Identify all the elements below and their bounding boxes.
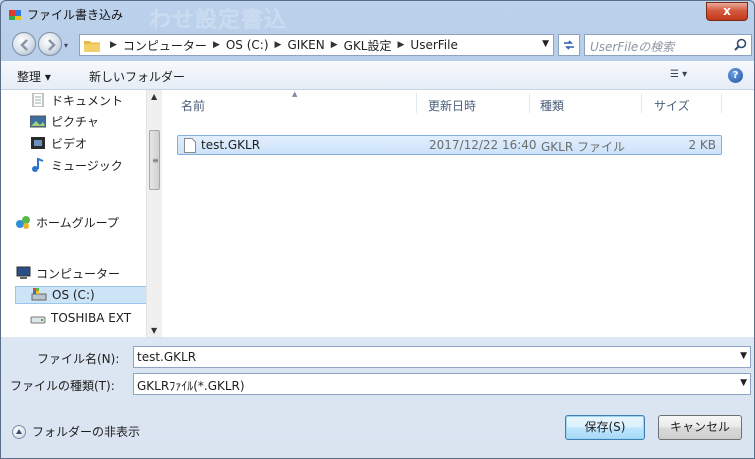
sidebar-item-computer[interactable]: コンピューター	[15, 264, 120, 282]
scroll-up-icon[interactable]: ▲	[151, 92, 157, 101]
sidebar-item-music[interactable]: ミュージック	[30, 156, 123, 174]
organize-button[interactable]: 整理 ▾	[17, 68, 51, 85]
close-button[interactable]: x	[706, 2, 748, 21]
sidebar-item-label: ホームグループ	[36, 215, 119, 230]
browser-content: ドキュメント ピクチャ ビデオ ミュージック ホームグループ コンピューター O…	[1, 90, 754, 337]
history-dropdown-icon[interactable]: ▾	[64, 41, 68, 50]
column-header-size[interactable]: サイズ	[654, 90, 690, 116]
chevron-right-icon[interactable]: ▶	[275, 40, 282, 50]
column-divider[interactable]	[416, 93, 417, 113]
column-header-type[interactable]: 種類	[540, 90, 564, 116]
sidebar-item-label: OS (C:)	[52, 288, 95, 302]
breadcrumb-userfile[interactable]: UserFile	[410, 38, 457, 52]
new-folder-button[interactable]: 新しいフォルダー	[89, 68, 185, 85]
help-icon[interactable]: ?	[728, 68, 743, 83]
chevron-right-icon[interactable]: ▶	[110, 40, 117, 50]
address-dropdown-icon[interactable]: ▼	[542, 39, 549, 49]
chevron-down-icon[interactable]: ▼	[740, 351, 747, 361]
save-button[interactable]: 保存(S)	[565, 415, 645, 440]
chevron-right-icon[interactable]: ▶	[331, 40, 338, 50]
document-icon	[32, 93, 44, 107]
filetype-label: ファイルの種類(T):	[10, 379, 115, 393]
computer-icon	[16, 266, 31, 279]
file-name: test.GKLR	[201, 138, 261, 152]
save-dialog: ファイル書き込み わせ設定書込 x ▾ ▶ コンピューター ▶ OS (C:) …	[0, 0, 755, 459]
filetype-value: GKLRﾌｧｲﾙ(*.GKLR)	[137, 379, 245, 393]
hide-folders-toggle[interactable]: フォルダーの非表示	[12, 423, 140, 440]
hide-folders-label: フォルダーの非表示	[32, 425, 141, 439]
homegroup-icon	[16, 216, 30, 229]
search-input[interactable]: UserFileの検索	[584, 34, 752, 56]
column-header-modified[interactable]: 更新日時	[428, 90, 476, 116]
sidebar-item-label: ビデオ	[51, 136, 88, 151]
app-icon	[9, 10, 21, 20]
chevron-down-icon[interactable]: ▼	[740, 378, 747, 388]
chevron-right-icon[interactable]: ▶	[398, 40, 405, 50]
address-bar[interactable]: ▶ コンピューター ▶ OS (C:) ▶ GIKEN ▶ GKL設定 ▶ Us…	[79, 34, 554, 56]
grip-icon: ≡	[152, 156, 159, 165]
sidebar-item-label: コンピューター	[36, 266, 121, 281]
sidebar-item-videos[interactable]: ビデオ	[30, 134, 87, 152]
table-row[interactable]: test.GKLR 2017/12/22 16:40 GKLR ファイル 2 K…	[177, 135, 722, 155]
cancel-button[interactable]: キャンセル	[658, 415, 742, 440]
video-icon	[31, 137, 45, 149]
filetype-select[interactable]: GKLRﾌｧｲﾙ(*.GKLR) ▼	[133, 373, 751, 395]
file-icon	[184, 138, 196, 153]
view-options-icon[interactable]: ☰ ▾	[670, 69, 700, 80]
file-size: 2 KB	[688, 138, 716, 152]
sidebar-item-toshiba-ext[interactable]: TOSHIBA EXT	[30, 309, 131, 327]
file-modified: 2017/12/22 16:40	[429, 138, 537, 152]
external-drive-icon	[30, 316, 46, 324]
search-placeholder: UserFileの検索	[590, 40, 675, 54]
file-type: GKLR ファイル	[541, 140, 626, 154]
navigation-pane: ドキュメント ピクチャ ビデオ ミュージック ホームグループ コンピューター O…	[1, 90, 162, 337]
sidebar-item-label: ドキュメント	[51, 93, 124, 108]
sidebar-item-label: ミュージック	[51, 158, 123, 173]
column-divider[interactable]	[529, 93, 530, 113]
refresh-icon	[564, 40, 574, 50]
title-bar[interactable]: ファイル書き込み わせ設定書込 x	[1, 1, 754, 33]
filename-input[interactable]: test.GKLR ▼	[133, 346, 751, 368]
sidebar-item-label: ピクチャ	[51, 114, 99, 129]
sidebar-item-homegroup[interactable]: ホームグループ	[15, 213, 119, 231]
picture-icon	[30, 115, 46, 128]
back-arrow-icon	[20, 39, 28, 51]
sort-ascending-icon: ▲	[292, 90, 298, 98]
filename-value: test.GKLR	[137, 350, 197, 364]
sidebar-item-os-c[interactable]: OS (C:)	[15, 286, 160, 304]
chevron-right-icon[interactable]: ▶	[213, 40, 220, 50]
navigation-bar: ▾ ▶ コンピューター ▶ OS (C:) ▶ GIKEN ▶ GKL設定 ▶ …	[1, 27, 754, 61]
sidebar-item-label: TOSHIBA EXT	[51, 311, 132, 325]
column-divider[interactable]	[641, 93, 642, 113]
filename-label: ファイル名(N):	[37, 352, 120, 366]
search-icon[interactable]	[734, 38, 747, 51]
drive-icon	[31, 288, 47, 301]
refresh-button[interactable]	[558, 34, 580, 56]
sidebar-item-pictures[interactable]: ピクチャ	[30, 112, 99, 130]
dialog-footer: ファイル名(N): test.GKLR ▼ ファイルの種類(T): GKLRﾌｧ…	[1, 337, 754, 458]
file-list: 名前 ▲ 更新日時 種類 サイズ test.GKLR 2017/12/22 16…	[163, 90, 754, 337]
scrollbar-thumb[interactable]: ≡	[149, 130, 160, 190]
scroll-down-icon[interactable]: ▼	[151, 326, 157, 335]
music-icon	[32, 158, 44, 172]
window-title: ファイル書き込み	[27, 8, 124, 22]
sidebar-item-documents[interactable]: ドキュメント	[30, 91, 123, 109]
forward-arrow-icon	[48, 39, 56, 51]
breadcrumb-gkl-settings[interactable]: GKL設定	[344, 37, 392, 54]
command-bar: 整理 ▾ 新しいフォルダー ☰ ▾ ?	[1, 61, 754, 90]
column-divider[interactable]	[721, 93, 722, 113]
breadcrumb-computer[interactable]: コンピューター	[123, 37, 207, 54]
collapse-up-icon	[12, 424, 26, 439]
folder-icon	[84, 40, 100, 52]
breadcrumb-giken[interactable]: GIKEN	[287, 38, 324, 52]
back-button[interactable]	[12, 32, 36, 56]
forward-button[interactable]	[38, 32, 62, 56]
column-header-name[interactable]: 名前	[181, 90, 205, 116]
nav-pane-scrollbar[interactable]: ▲ ≡ ▼	[146, 90, 162, 337]
breadcrumb-os-c[interactable]: OS (C:)	[226, 38, 269, 52]
